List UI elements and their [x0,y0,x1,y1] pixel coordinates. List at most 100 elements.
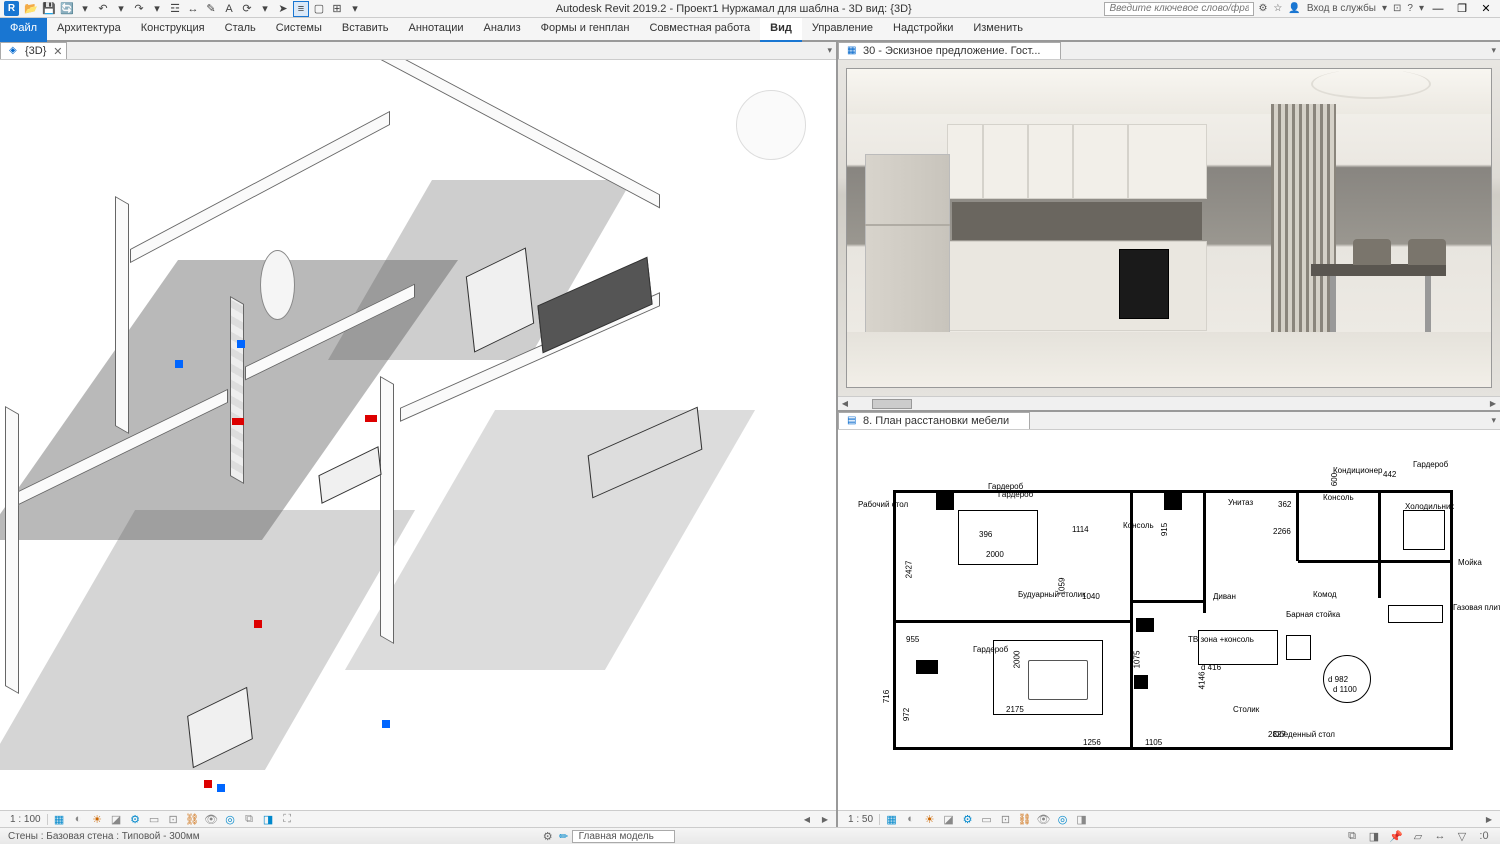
render-icon[interactable]: ⚙ [128,812,143,826]
dimension-icon[interactable]: ✎ [203,1,219,17]
view-options-icon[interactable]: ▾ [823,45,836,56]
visual-style-icon[interactable]: ◐ [71,812,86,826]
exchange-icon[interactable]: ⊡ [1393,3,1401,14]
view-tab-plan[interactable]: ▤ 8. План расстановки мебели [838,412,1030,429]
dropdown-icon[interactable]: ▾ [257,1,273,17]
tab-collaborate[interactable]: Совместная работа [639,18,760,42]
tab-file[interactable]: Файл [0,18,47,42]
infocenter-icon[interactable]: ⚙ [1258,3,1267,14]
view-tab-render[interactable]: ▦ 30 - Эскизное предложение. Гост... [838,42,1061,59]
selection-count-icon[interactable]: :0 [1476,829,1492,843]
hide-crop-icon[interactable]: ⊡ [166,812,181,826]
tab-insert[interactable]: Вставить [332,18,399,42]
worksharing-icon[interactable]: ⚙ [540,829,556,843]
viewport-3d[interactable] [0,60,836,810]
tab-modify[interactable]: Изменить [963,18,1033,42]
scroll-right-icon[interactable]: ▶ [1482,815,1496,824]
tab-systems[interactable]: Системы [266,18,332,42]
dropdown-icon[interactable]: ▾ [149,1,165,17]
sun-path-icon[interactable]: ☀ [922,812,937,826]
scale-indicator[interactable]: 1 : 100 [4,814,48,825]
switch-windows-icon[interactable]: ⊞ [329,1,345,17]
view-tab-3d[interactable]: ◈ {3D} ✕ [0,42,67,59]
print-icon[interactable]: ☲ [167,1,183,17]
minimize-button[interactable]: — [1428,1,1448,17]
crop-icon[interactable]: ▭ [147,812,162,826]
analytical-icon[interactable]: ⛶ [280,812,295,826]
measure-icon[interactable]: ↔ [185,1,201,17]
login-link[interactable]: Вход в службы [1307,3,1376,14]
shadows-icon[interactable]: ◪ [941,812,956,826]
text-icon[interactable]: A [221,1,237,17]
tab-massing[interactable]: Формы и генплан [531,18,640,42]
constraints-icon[interactable]: ◨ [1074,812,1089,826]
view-options-icon[interactable]: ▾ [1487,415,1500,426]
tab-annotate[interactable]: Аннотации [399,18,474,42]
model-3d-canvas[interactable] [0,60,836,810]
scroll-left-icon[interactable]: ◀ [838,399,852,408]
help-icon[interactable]: ? [1407,3,1413,14]
scale-indicator[interactable]: 1 : 50 [842,814,880,825]
view-cube[interactable] [736,90,806,160]
scroll-left-icon[interactable]: ◀ [800,815,814,824]
select-links-icon[interactable]: ⧉ [1344,829,1360,843]
sun-path-icon[interactable]: ☀ [90,812,105,826]
close-icon[interactable]: ✕ [53,45,62,58]
temp-hide-icon[interactable]: 👁 [204,812,219,826]
tab-analyze[interactable]: Анализ [473,18,530,42]
forward-icon[interactable]: ➤ [275,1,291,17]
shadows-icon[interactable]: ◪ [109,812,124,826]
undo-icon[interactable]: ↶ [95,1,111,17]
detail-level-icon[interactable]: ▦ [884,812,899,826]
join-icon[interactable]: ⧉ [242,812,257,826]
tab-addins[interactable]: Надстройки [883,18,963,42]
reveal-icon[interactable]: ◎ [223,812,238,826]
tab-view[interactable]: Вид [760,18,802,42]
cycle-icon[interactable]: ⟳ [239,1,255,17]
dropdown-icon[interactable]: ▾ [1419,3,1424,14]
select-underlay-icon[interactable]: ◨ [1366,829,1382,843]
tab-manage[interactable]: Управление [802,18,883,42]
save-icon[interactable]: 💾 [41,1,57,17]
viewport-plan[interactable]: Рабочий стол Гардероб Гардероб Будуарный… [838,430,1500,810]
visual-style-icon[interactable]: ◐ [903,812,918,826]
close-hidden-icon[interactable]: ▢ [311,1,327,17]
scrollbar-horizontal[interactable]: ◀ ▶ [838,396,1500,410]
editable-icon[interactable]: ✏ [556,829,572,843]
dropdown-icon[interactable]: ▾ [1382,3,1387,14]
tab-steel[interactable]: Сталь [215,18,266,42]
filter-icon[interactable]: ▽ [1454,829,1470,843]
drag-icon[interactable]: ↔ [1432,829,1448,843]
qat-dropdown-icon[interactable]: ▾ [347,1,363,17]
floor-plan-canvas[interactable]: Рабочий стол Гардероб Гардероб Будуарный… [838,430,1500,810]
view-options-icon[interactable]: ▾ [1487,45,1500,56]
tab-architecture[interactable]: Архитектура [47,18,131,42]
select-pinned-icon[interactable]: 📌 [1388,829,1404,843]
unlock-icon[interactable]: ⛓ [185,812,200,826]
crop-icon[interactable]: ▭ [979,812,994,826]
user-icon[interactable]: 👤 [1288,3,1300,14]
open-icon[interactable]: 📂 [23,1,39,17]
scroll-thumb[interactable] [872,399,912,409]
scroll-right-icon[interactable]: ▶ [1486,399,1500,408]
render-canvas[interactable] [838,60,1500,396]
hide-crop-icon[interactable]: ⊡ [998,812,1013,826]
favorite-icon[interactable]: ☆ [1273,3,1282,14]
link-icon[interactable]: ⛓ [1017,812,1032,826]
close-button[interactable]: ✕ [1476,1,1496,17]
model-dropdown[interactable]: Главная модель [572,830,675,843]
render-icon[interactable]: ⚙ [960,812,975,826]
tab-structure[interactable]: Конструкция [131,18,215,42]
detail-level-icon[interactable]: ▦ [52,812,67,826]
redo-icon[interactable]: ↷ [131,1,147,17]
dropdown-icon[interactable]: ▾ [113,1,129,17]
scroll-right-icon[interactable]: ▶ [818,815,832,824]
thin-lines-icon[interactable]: ≡ [293,1,309,17]
reveal-icon[interactable]: ◎ [1055,812,1070,826]
restore-button[interactable]: ❐ [1452,1,1472,17]
sync-icon[interactable]: 🔄 [59,1,75,17]
search-input[interactable] [1104,2,1254,16]
temp-hide-icon[interactable]: 👁 [1036,812,1051,826]
viewport-render[interactable] [838,60,1500,396]
select-face-icon[interactable]: ▱ [1410,829,1426,843]
